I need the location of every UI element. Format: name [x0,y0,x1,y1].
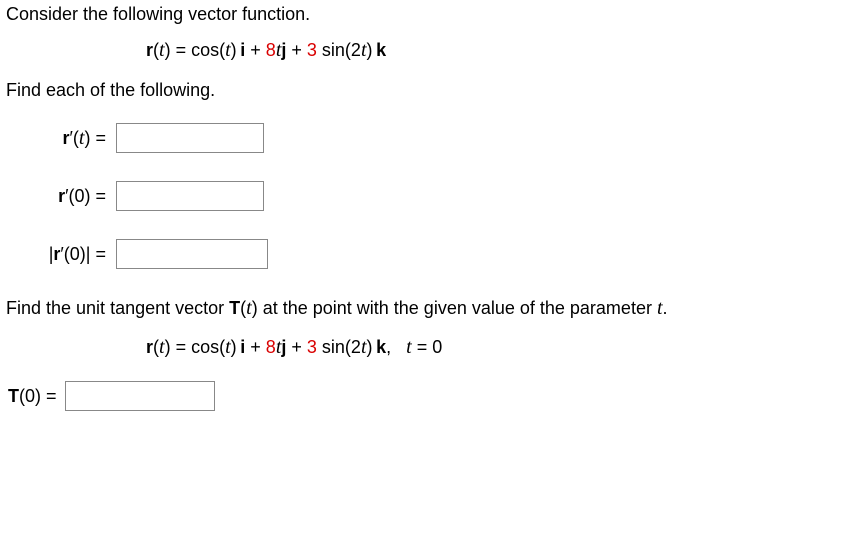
T-symbol: T [229,298,240,318]
row-r-prime-t: r′(t) = [18,123,853,153]
answer-input-T-0[interactable] [65,381,215,411]
plus: + [245,337,266,357]
r-symbol: r [63,128,70,148]
equals-zero: = 0 [412,337,443,357]
sin-text: sin(2 [317,40,361,60]
r-symbol: r [146,40,153,60]
vector-function-formula: r(t) = cos(t) i + 8tj + 3 sin(2t) k [6,39,853,62]
close-paren: ) [231,337,237,357]
text: at the point with the given value of the… [258,298,657,318]
answer-input-rprime-t[interactable] [116,123,264,153]
plus: + [286,40,307,60]
row-T-0: T(0) = [8,381,853,411]
comma: , [386,337,396,357]
unit-k: k [376,40,386,60]
label-r-prime-0: r′(0) = [18,186,106,207]
T-symbol: T [8,386,19,406]
row-r-prime-0: r′(0) = [18,181,853,211]
close-paren: ) [367,40,373,60]
zero: 0 [74,186,84,206]
coef-8: 8 [266,337,276,357]
row-mag-r-prime-0: |r′(0)| = [18,239,853,269]
r-symbol: r [146,337,153,357]
zero: 0 [70,244,80,264]
text: Find the unit tangent vector [6,298,229,318]
label-T-0: T(0) = [8,386,57,407]
label-r-prime-t: r′(t) = [18,127,106,150]
equals: = [90,128,106,148]
answer-input-mag-rprime-0[interactable] [116,239,268,269]
close-paren: ) [367,337,373,357]
vector-function-formula-with-t0: r(t) = cos(t) i + 8tj + 3 sin(2t) k, t =… [6,336,853,359]
answer-input-rprime-0[interactable] [116,181,264,211]
coef-3: 3 [307,337,317,357]
paren-zero-eq: (0) = [19,386,57,406]
unit-k: k [376,337,386,357]
sin-text: sin(2 [317,337,361,357]
unit-tangent-instruction: Find the unit tangent vector T(t) at the… [6,297,853,320]
plus: + [245,40,266,60]
formula-text: ) = cos( [165,337,226,357]
period: . [663,298,668,318]
problem-intro: Consider the following vector function. [6,4,853,25]
plus: + [286,337,307,357]
close-paren: ) [231,40,237,60]
coef-8: 8 [266,40,276,60]
coef-3: 3 [307,40,317,60]
label-mag-r-prime-0: |r′(0)| = [18,244,106,265]
sub-instruction: Find each of the following. [6,80,853,101]
formula-text: ) = cos( [165,40,226,60]
equals: = [90,244,106,264]
equals: = [90,186,106,206]
